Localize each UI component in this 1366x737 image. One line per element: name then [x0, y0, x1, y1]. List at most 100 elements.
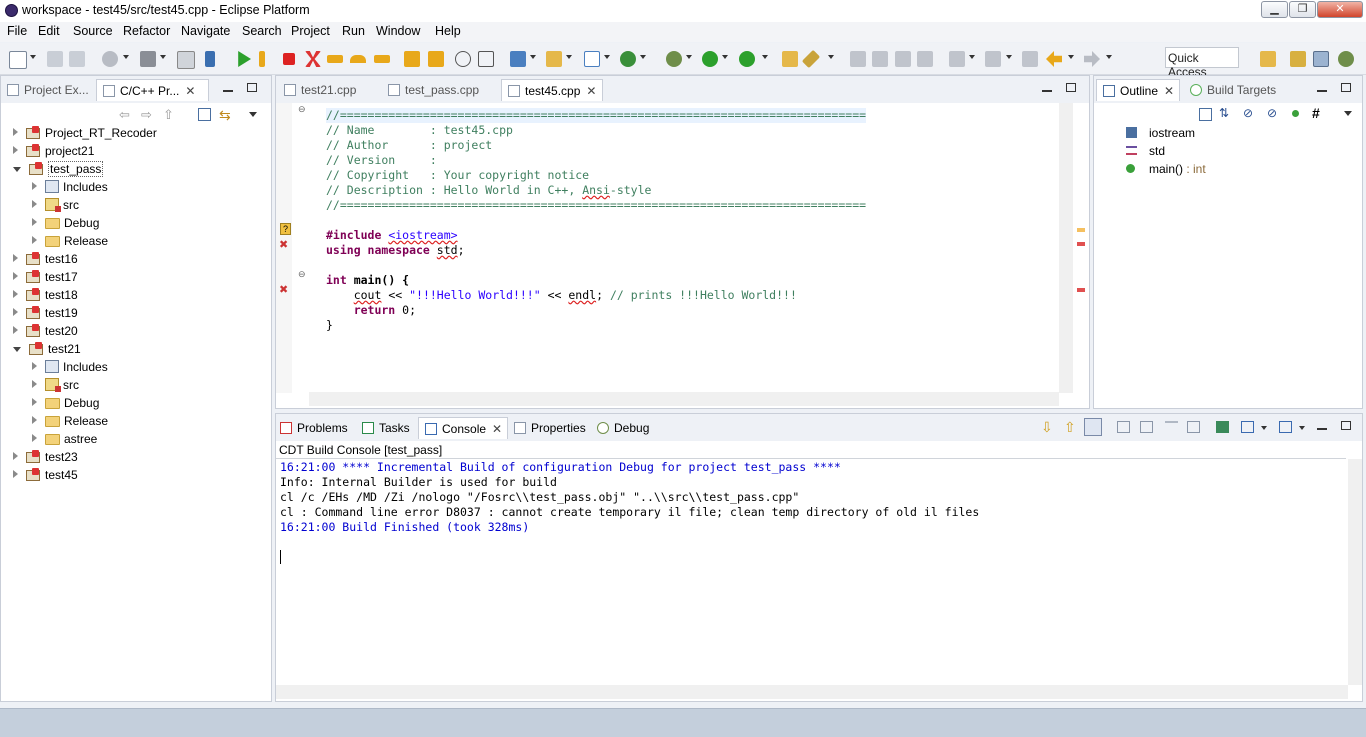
code-content[interactable]: //======================================…	[326, 108, 867, 333]
menu-file[interactable]: File	[7, 24, 27, 38]
display-console-icon[interactable]	[1241, 421, 1254, 433]
suspend-icon[interactable]	[259, 51, 265, 67]
instruction-step-icon[interactable]	[404, 51, 420, 67]
tree-item[interactable]: Includes	[32, 178, 108, 196]
error-marker-icon[interactable]: ✖	[279, 283, 288, 296]
menu-window[interactable]: Window	[376, 24, 420, 38]
block-selection-icon[interactable]	[895, 51, 911, 67]
terminate-icon[interactable]	[283, 53, 295, 65]
tree-item[interactable]: test_pass	[13, 160, 104, 178]
console-output[interactable]: 16:21:00 **** Incremental Build of confi…	[280, 460, 979, 564]
expand-closed-icon[interactable]	[13, 146, 18, 154]
maximize-button[interactable]: ❐	[1289, 1, 1316, 18]
minimize-icon[interactable]	[1317, 83, 1327, 92]
error-marker-icon[interactable]: ✖	[279, 238, 288, 251]
tab-build-targets[interactable]: Build Targets	[1190, 79, 1276, 101]
display-console-dropdown-icon[interactable]	[1261, 426, 1267, 430]
tree-item[interactable]: Includes	[32, 358, 108, 376]
external-tools-icon[interactable]	[739, 51, 755, 67]
open-console-icon[interactable]	[1279, 421, 1292, 433]
hide-fields-icon[interactable]: ⊘	[1243, 106, 1253, 120]
close-button[interactable]: ✕	[1317, 1, 1363, 18]
run-icon[interactable]	[702, 51, 718, 67]
back-arrow-icon[interactable]: ⇦	[119, 107, 130, 123]
expand-closed-icon[interactable]	[32, 398, 37, 406]
tree-item[interactable]: test45	[13, 466, 78, 484]
sort-icon[interactable]: ⇅	[1219, 106, 1229, 120]
editor-horizontal-scrollbar[interactable]	[309, 392, 1059, 406]
menu-run[interactable]: Run	[342, 24, 365, 38]
next-annotation-icon[interactable]	[949, 51, 965, 67]
tree-item[interactable]: src	[32, 376, 79, 394]
new-cpp-project-icon[interactable]	[510, 51, 526, 67]
hammer-dropdown-icon[interactable]	[160, 55, 166, 59]
hammer-icon[interactable]	[140, 51, 156, 67]
up-icon[interactable]: ⇧	[163, 107, 174, 123]
restart-icon[interactable]	[455, 51, 471, 67]
tree-item[interactable]: test16	[13, 250, 78, 268]
tree-item[interactable]: test20	[13, 322, 78, 340]
console-horizontal-scrollbar[interactable]	[276, 685, 1348, 699]
open-perspective-icon[interactable]	[1260, 51, 1276, 67]
tab-test21-cpp[interactable]: test21.cpp	[284, 79, 356, 101]
prev-annotation-icon[interactable]	[985, 51, 1001, 67]
forward-dropdown-icon[interactable]	[1106, 55, 1112, 59]
tree-item[interactable]: Debug	[32, 394, 99, 412]
view-menu-icon[interactable]	[249, 112, 257, 117]
tab-test45-cpp[interactable]: test45.cpp ✕	[501, 79, 603, 101]
menu-navigate[interactable]: Navigate	[181, 24, 230, 38]
save-all-icon[interactable]	[69, 51, 85, 67]
maximize-icon[interactable]	[1341, 83, 1351, 92]
expand-closed-icon[interactable]	[32, 182, 37, 190]
menu-project[interactable]: Project	[291, 24, 330, 38]
binary-icon[interactable]	[177, 51, 195, 69]
menu-help[interactable]: Help	[435, 24, 461, 38]
scroll-lock-icon[interactable]	[1084, 418, 1102, 436]
expand-closed-icon[interactable]	[13, 128, 18, 136]
search-flashlight-icon[interactable]	[801, 49, 821, 69]
close-icon[interactable]: ✕	[1164, 84, 1174, 98]
close-icon[interactable]: ✕	[586, 84, 596, 98]
expand-closed-icon[interactable]	[13, 290, 18, 298]
tree-item[interactable]: test17	[13, 268, 78, 286]
collapse-all-icon[interactable]	[1199, 108, 1212, 121]
tree-item[interactable]: Debug	[32, 214, 99, 232]
tab-project-explorer[interactable]: Project Ex...	[7, 79, 89, 101]
expand-closed-icon[interactable]	[13, 452, 18, 460]
overview-error-marker[interactable]	[1077, 288, 1085, 292]
step-into-icon[interactable]	[327, 55, 343, 63]
build-icon[interactable]	[102, 51, 118, 67]
new-folder-icon[interactable]	[546, 51, 562, 67]
disconnect-icon[interactable]	[305, 51, 321, 67]
minimize-icon[interactable]	[223, 83, 233, 92]
close-icon[interactable]: ✕	[185, 84, 195, 98]
tree-item[interactable]: Project_RT_Recoder	[13, 124, 157, 142]
expand-closed-icon[interactable]	[32, 218, 37, 226]
expand-closed-icon[interactable]	[13, 254, 18, 262]
new-project-dropdown-icon[interactable]	[530, 55, 536, 59]
menu-source[interactable]: Source	[73, 24, 113, 38]
hide-non-public-icon[interactable]	[1292, 110, 1299, 117]
scroll-up-icon[interactable]: ⇧	[1064, 419, 1076, 436]
next-annotation-dropdown-icon[interactable]	[969, 55, 975, 59]
expand-closed-icon[interactable]	[32, 236, 37, 244]
build-dropdown-icon[interactable]	[123, 55, 129, 59]
step-filters-icon[interactable]	[428, 51, 444, 67]
debug-dropdown-icon[interactable]	[686, 55, 692, 59]
show-whitespace-icon[interactable]	[917, 51, 933, 67]
forward-arrow-icon[interactable]: ⇨	[141, 107, 152, 123]
run-dropdown-icon[interactable]	[722, 55, 728, 59]
console-vertical-scrollbar[interactable]	[1348, 459, 1362, 685]
perspective-cpp-icon[interactable]	[1313, 51, 1329, 67]
perspective-resource-icon[interactable]	[1290, 51, 1306, 67]
tab-properties[interactable]: Properties	[514, 417, 586, 439]
link-with-editor-icon[interactable]: ⇆	[219, 107, 231, 124]
tab-debug[interactable]: Debug	[597, 417, 649, 439]
new-class-dropdown-icon[interactable]	[604, 55, 610, 59]
minimize-button[interactable]: ▁	[1261, 1, 1288, 18]
maximize-icon[interactable]	[1066, 83, 1076, 92]
tree-item[interactable]: project21	[13, 142, 94, 160]
debug-icon[interactable]	[666, 51, 682, 67]
back-dropdown-icon[interactable]	[1068, 55, 1074, 59]
step-return-icon[interactable]	[374, 55, 390, 63]
